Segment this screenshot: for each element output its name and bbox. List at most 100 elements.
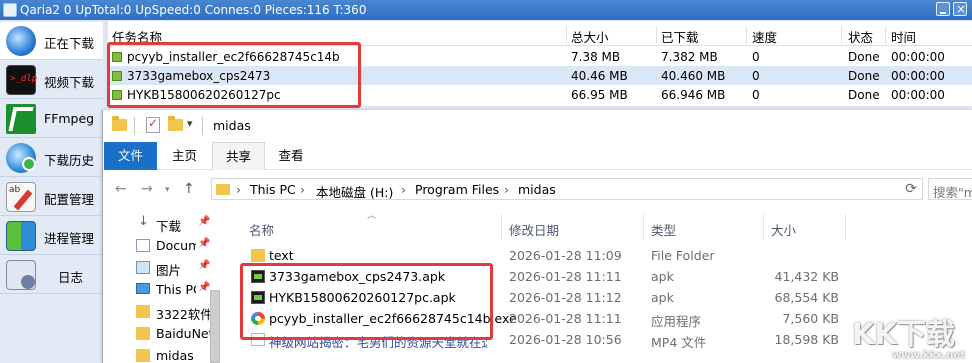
nav-item-folder[interactable]: BaiduNetdisk — [103, 323, 213, 345]
pin-icon[interactable]: 📌 — [198, 260, 210, 271]
app-icon — [3, 3, 17, 17]
task-name: pcyyb_installer_ec2f66628745c14b — [127, 50, 340, 64]
nav-item-label: Documents — [156, 238, 196, 253]
customize-toolbar-icon[interactable]: ▾ — [187, 117, 193, 130]
file-type: MP4 文件 — [651, 335, 707, 350]
nav-item-downloads[interactable]: ↓ 下载 📌 — [103, 213, 213, 235]
watermark: KK下载 www.kkx.net — [848, 311, 972, 363]
minimize-button[interactable] — [936, 2, 950, 16]
task-list: 任务名称 总大小 已下载 速度 状态 时间 pcyyb_installer_ec… — [108, 21, 972, 106]
tab-home[interactable]: 主页 — [159, 142, 210, 170]
task-speed: 0 — [752, 50, 760, 64]
column-header-size[interactable]: 大小 — [771, 220, 796, 239]
column-header-date[interactable]: 修改日期 — [509, 220, 559, 239]
navigation-bar: ← → ▾ ↑ › This PC › 本地磁盘 (H:) › Program … — [103, 170, 972, 208]
file-row[interactable]: text 2026-01-28 11:09 File Folder — [233, 245, 972, 266]
recent-locations-icon[interactable]: ▾ — [165, 185, 170, 195]
file-row[interactable]: HYKB15800620260127pc.apk 2026-01-28 11:1… — [233, 287, 972, 308]
sidebar-item-download-history[interactable]: 下载历史 — [0, 139, 103, 177]
forward-arrow-icon[interactable]: → — [141, 181, 153, 197]
exe-icon — [251, 312, 265, 325]
column-header-name[interactable]: 名称 — [249, 220, 274, 239]
log-icon — [6, 260, 36, 290]
column-header-status[interactable]: 状态 — [848, 27, 873, 46]
new-folder-icon[interactable] — [168, 116, 183, 131]
task-total: 66.95 MB — [571, 88, 628, 102]
sidebar-item-log[interactable]: 日志 — [0, 256, 103, 294]
sort-ascending-icon: ︿ — [367, 211, 377, 221]
sidebar-item-video-download[interactable]: >_dlp 视频下载 — [0, 61, 103, 99]
close-button[interactable] — [953, 0, 967, 19]
file-name: 3733gamebox_cps2473.apk — [269, 269, 446, 284]
pin-icon[interactable]: 📌 — [198, 216, 210, 227]
column-header-speed[interactable]: 速度 — [752, 27, 777, 46]
back-arrow-icon[interactable]: ← — [115, 181, 127, 197]
nav-item-documents[interactable]: Documents 📌 — [103, 235, 213, 257]
properties-icon[interactable] — [146, 116, 160, 133]
sidebar-item-label: 视频下载 — [44, 75, 95, 90]
sidebar-item-process[interactable]: 进程管理 — [0, 217, 103, 255]
file-size: 68,554 KB — [774, 290, 839, 305]
search-input[interactable]: 搜索"midas" — [928, 178, 972, 200]
column-header-name[interactable]: 任务名称 — [112, 27, 162, 46]
navigation-pane: ↓ 下载 📌 Documents 📌 图片 📌 This PC 📌 3322软件… — [103, 208, 220, 363]
nav-item-label: midas — [156, 348, 194, 363]
file-list-header: ︿ 名称 修改日期 类型 大小 — [233, 208, 972, 244]
table-row[interactable]: HYKB15800620260127pc 66.95 MB 66.946 MB … — [108, 85, 972, 104]
sidebar-item-label: 日志 — [58, 270, 84, 285]
folder-icon — [136, 349, 150, 362]
search-placeholder: 搜索"midas" — [933, 185, 972, 200]
file-date: 2026-01-28 11:09 — [509, 248, 622, 263]
chevron-right-icon[interactable]: › — [236, 182, 241, 197]
globe-history-icon — [6, 143, 36, 173]
nav-item-folder[interactable]: midas — [103, 345, 213, 363]
tab-share[interactable]: 共享 — [212, 142, 265, 170]
task-total: 40.46 MB — [571, 69, 628, 83]
task-status: Done — [848, 69, 880, 83]
column-header-type[interactable]: 类型 — [651, 220, 676, 239]
scrollbar-thumb[interactable] — [210, 290, 220, 363]
table-row[interactable]: 3733gamebox_cps2473 40.46 MB 40.460 MB 0… — [108, 66, 972, 85]
column-header-time[interactable]: 时间 — [891, 27, 916, 46]
file-row[interactable]: 3733gamebox_cps2473.apk 2026-01-28 11:11… — [233, 266, 972, 287]
watermark-logo: KK下载 — [852, 317, 955, 351]
explorer-title-bar: ▾ midas — [103, 110, 972, 142]
breadcrumb-midas[interactable]: midas — [518, 182, 556, 197]
pin-icon[interactable]: 📌 — [198, 238, 210, 249]
sidebar-item-downloading[interactable]: 正在下载 — [0, 22, 103, 60]
tab-view[interactable]: 查看 — [267, 142, 315, 170]
address-bar[interactable]: › This PC › 本地磁盘 (H:) › Program Files › … — [211, 178, 923, 200]
sidebar-item-config[interactable]: ab 配置管理 — [0, 178, 103, 216]
task-time: 00:00:00 — [891, 88, 945, 102]
file-date: 2026-01-28 11:11 — [509, 311, 622, 326]
chevron-right-icon[interactable]: › — [300, 182, 305, 197]
table-row[interactable]: pcyyb_installer_ec2f66628745c14b 7.38 MB… — [108, 47, 972, 66]
file-size: 7,560 KB — [782, 311, 839, 326]
nav-item-this-pc[interactable]: This PC 📌 — [103, 279, 213, 301]
tab-file[interactable]: 文件 — [104, 142, 157, 170]
nav-item-pictures[interactable]: 图片 📌 — [103, 257, 213, 279]
picture-icon — [136, 261, 150, 274]
folder-icon — [136, 327, 150, 340]
breadcrumb-this-pc[interactable]: This PC — [250, 182, 296, 197]
refresh-icon[interactable]: ⟳ — [899, 178, 923, 200]
chevron-right-icon[interactable]: › — [504, 182, 509, 197]
chevron-right-icon[interactable]: › — [401, 182, 406, 197]
column-header-downloaded[interactable]: 已下载 — [661, 27, 699, 46]
task-speed: 0 — [752, 69, 760, 83]
nav-item-folder[interactable]: 3322软件站 — [103, 301, 213, 323]
file-name: text — [269, 248, 294, 263]
explorer-window: ▾ midas 文件 主页 共享 查看 ← → ▾ ↑ › This PC › … — [102, 110, 972, 363]
file-date: 2026-01-28 11:11 — [509, 269, 622, 284]
folder-icon — [216, 184, 230, 195]
qaria-title-bar: Qaria2 0 UpTotal:0 UpSpeed:0 Connes:0 Pi… — [0, 0, 972, 20]
up-arrow-icon[interactable]: ↑ — [183, 181, 195, 197]
pin-icon[interactable]: 📌 — [198, 282, 210, 293]
column-header-total[interactable]: 总大小 — [571, 27, 609, 46]
breadcrumb-drive[interactable]: 本地磁盘 (H:) — [316, 182, 393, 201]
sidebar-item-ffmpeg[interactable]: FFmpeg — [0, 100, 103, 138]
breadcrumb-program-files[interactable]: Program Files — [415, 182, 499, 197]
file-name: HYKB15800620260127pc.apk — [269, 290, 456, 305]
document-icon — [136, 239, 150, 252]
folder-icon — [136, 305, 150, 318]
